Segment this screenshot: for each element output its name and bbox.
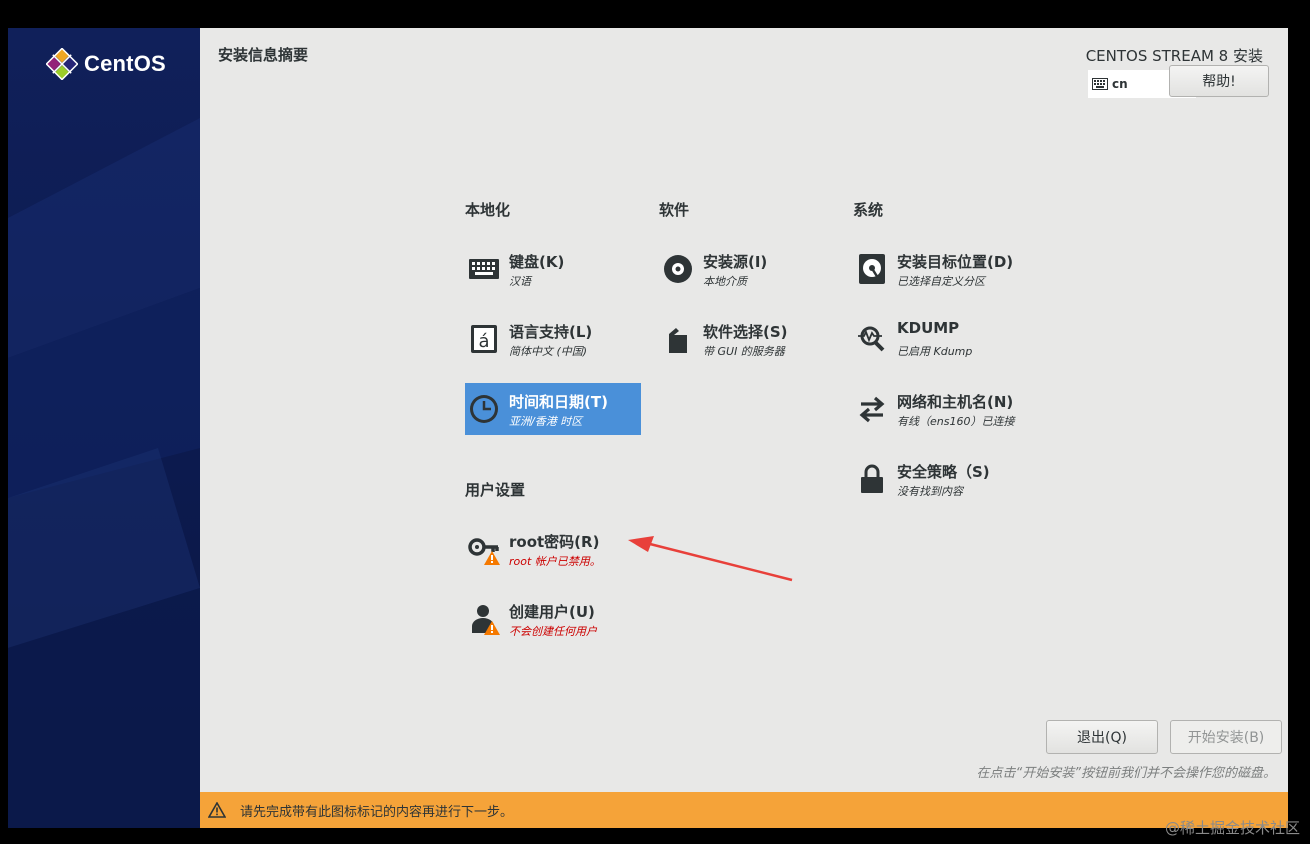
help-button[interactable]: 帮助! (1169, 65, 1269, 97)
lock-icon (861, 464, 883, 493)
key-icon (468, 538, 500, 565)
disc-icon (664, 255, 692, 283)
spoke-security-policy[interactable]: 安全策略（S) 没有找到内容 (853, 453, 1029, 505)
spoke-create-user[interactable]: 创建用户(U) 不会创建任何用户 (465, 593, 641, 645)
category-software: 软件 (659, 201, 690, 219)
spoke-status: 已选择自定义分区 (897, 275, 985, 288)
centos-logo-icon (46, 48, 78, 80)
category-localization: 本地化 (465, 201, 511, 219)
spoke-status: 不会创建任何用户 (509, 625, 597, 638)
warning-icon (208, 802, 226, 818)
warning-icon (484, 551, 500, 565)
spoke-language-support[interactable]: á 语言支持(L) 简体中文 (中国) (465, 313, 641, 365)
spoke-status: root 帐户已禁用。 (509, 555, 601, 568)
sidebar-background (8, 118, 200, 828)
spoke-status: 带 GUI 的服务器 (703, 345, 785, 358)
spoke-status: 汉语 (509, 275, 531, 288)
spoke-title: 语言支持(L) (509, 323, 593, 341)
logo-text: CentOS (84, 51, 166, 76)
main-panel: 安装信息摘要 CENTOS STREAM 8 安装 cn 帮助! 本地化 软件 … (200, 28, 1288, 828)
page-title: 安装信息摘要 (218, 46, 309, 64)
spoke-title: 网络和主机名(N) (897, 393, 1014, 411)
spoke-installation-source[interactable]: 安装源(I) 本地介质 (659, 243, 835, 295)
category-system: 系统 (853, 201, 884, 219)
keyboard-layout-label: cn (1112, 77, 1128, 91)
spoke-title: 安装源(I) (703, 253, 768, 271)
spoke-title: 键盘(K) (509, 253, 565, 271)
begin-hint: 在点击“开始安装”按钮前我们并不会操作您的磁盘。 (976, 766, 1276, 781)
product-title: CENTOS STREAM 8 安装 (1085, 47, 1263, 65)
clock-icon (470, 395, 498, 423)
quit-button[interactable]: 退出(Q) (1046, 720, 1158, 754)
spoke-status: 简体中文 (中国) (509, 345, 588, 358)
spoke-status: 没有找到内容 (897, 485, 963, 498)
spoke-kdump[interactable]: KDUMP 已启用 Kdump (853, 313, 1029, 365)
warning-text: 请先完成带有此图标标记的内容再进行下一步。 (240, 804, 514, 820)
spoke-status: 已启用 Kdump (897, 345, 973, 358)
svg-text:á: á (478, 331, 489, 352)
harddisk-icon (859, 254, 885, 284)
spoke-network-hostname[interactable]: 网络和主机名(N) 有线（ens160）已连接 (853, 383, 1029, 435)
spoke-time-date[interactable]: 时间和日期(T) 亚洲/香港 时区 (465, 383, 641, 435)
warning-bar: 请先完成带有此图标标记的内容再进行下一步。 (200, 792, 1288, 828)
spoke-title: 创建用户(U) (509, 603, 595, 621)
spoke-title: root密码(R) (509, 533, 600, 551)
kdump-icon (858, 326, 885, 352)
spoke-status: 亚洲/香港 时区 (509, 415, 583, 428)
spoke-title: KDUMP (897, 319, 960, 337)
begin-installation-button[interactable]: 开始安装(B) (1170, 720, 1282, 754)
spoke-status: 本地介质 (703, 275, 747, 288)
watermark: @稀土掘金技术社区 (1164, 819, 1300, 837)
spoke-title: 软件选择(S) (703, 323, 788, 341)
spoke-title: 时间和日期(T) (509, 393, 608, 411)
category-user-settings: 用户设置 (465, 481, 526, 499)
centos-logo: CentOS (46, 48, 166, 80)
package-icon (669, 328, 687, 353)
keyboard-icon (1092, 78, 1108, 90)
spoke-title: 安全策略（S) (897, 463, 990, 481)
spoke-keyboard[interactable]: 键盘(K) 汉语 (465, 243, 641, 295)
spoke-status: 有线（ens160）已连接 (897, 415, 1015, 428)
sidebar: CentOS (8, 28, 200, 828)
spoke-title: 安装目标位置(D) (897, 253, 1014, 271)
spoke-root-password[interactable]: root密码(R) root 帐户已禁用。 (465, 523, 641, 575)
annotation-arrow (628, 536, 793, 582)
spoke-installation-destination[interactable]: 安装目标位置(D) 已选择自定义分区 (853, 243, 1029, 295)
user-icon (472, 605, 500, 635)
language-icon: á (471, 325, 497, 353)
spoke-software-selection[interactable]: 软件选择(S) 带 GUI 的服务器 (659, 313, 835, 365)
keyboard-icon (469, 259, 499, 279)
network-icon (859, 396, 885, 423)
